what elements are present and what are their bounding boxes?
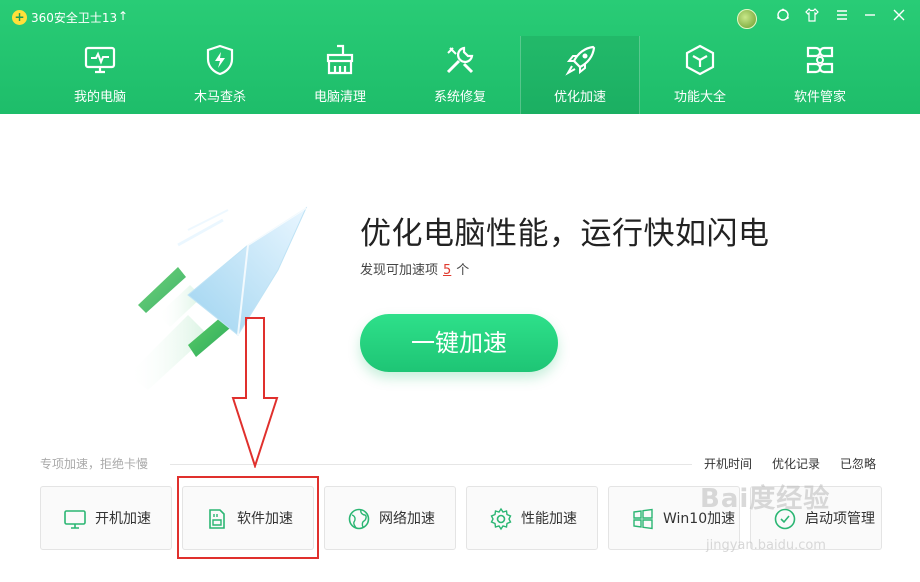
avatar[interactable]	[737, 9, 757, 29]
shirt-icon[interactable]	[802, 8, 822, 28]
minimize-icon[interactable]	[860, 8, 880, 28]
watermark-logo: Bai度经验	[700, 484, 831, 514]
app-title: 360安全卫士13	[31, 11, 118, 25]
wrench-icon	[446, 46, 474, 74]
main-nav: 我的电脑 木马查杀 电脑清理 系统修复 优化加速 功能大全 软件管家	[40, 36, 880, 114]
windows-icon	[633, 508, 653, 530]
nav-label: 优化加速	[553, 90, 606, 105]
hero-sub-prefix: 发现可加速项	[360, 263, 439, 278]
nav-label: 我的电脑	[73, 90, 126, 105]
app-logo-icon: +	[12, 10, 27, 25]
grid-clover-icon	[806, 46, 834, 74]
rocket-illustration	[128, 206, 308, 390]
close-icon[interactable]	[889, 8, 909, 28]
gear-icon	[490, 507, 512, 531]
nav-cleanup[interactable]: 电脑清理	[280, 36, 400, 114]
watermark-url: jingyan.baidu.com	[706, 538, 826, 553]
nav-label: 系统修复	[433, 90, 486, 105]
skin-icon[interactable]	[773, 8, 793, 28]
globe-icon	[348, 508, 370, 530]
menu-icon[interactable]	[832, 8, 852, 28]
nav-optimize[interactable]: 优化加速	[520, 36, 640, 114]
link-boot-time[interactable]: 开机时间	[704, 456, 752, 472]
card-network-boost[interactable]: 网络加速	[324, 486, 456, 550]
one-click-boost-button[interactable]: 一键加速	[360, 314, 558, 372]
nav-label: 功能大全	[673, 90, 726, 105]
broom-icon	[326, 44, 354, 75]
nav-features[interactable]: 功能大全	[640, 36, 760, 114]
nav-software-manager[interactable]: 软件管家	[760, 36, 880, 114]
card-label: 开机加速	[95, 511, 151, 527]
nav-system-repair[interactable]: 系统修复	[400, 36, 520, 114]
annotation-arrow	[231, 317, 279, 468]
boost-item-count[interactable]: 5	[443, 263, 451, 278]
monitor-icon	[64, 510, 86, 529]
nav-label: 木马查杀	[193, 90, 246, 105]
rocket-icon	[565, 45, 596, 76]
hero-subtitle: 发现可加速项 5 个	[360, 262, 469, 280]
hero-sub-suffix: 个	[456, 263, 470, 278]
nav-label: 电脑清理	[313, 90, 366, 105]
section-label: 专项加速，拒绝卡慢	[40, 457, 149, 471]
nav-my-computer[interactable]: 我的电脑	[40, 36, 160, 114]
cube-icon	[685, 44, 715, 76]
link-optimize-history[interactable]: 优化记录	[772, 456, 820, 472]
nav-label: 软件管家	[793, 90, 846, 105]
watermark: Bai度经验 jingyan.baidu.com	[700, 478, 910, 568]
card-label: 性能加速	[521, 511, 577, 527]
upgrade-arrow-icon[interactable]: ↑	[118, 9, 128, 23]
card-boot-boost[interactable]: 开机加速	[40, 486, 172, 550]
shield-bolt-icon	[206, 44, 234, 76]
link-ignored[interactable]: 已忽略	[840, 456, 876, 472]
nav-trojan-scan[interactable]: 木马查杀	[160, 36, 280, 114]
annotation-highlight-box	[177, 476, 319, 559]
hero-title: 优化电脑性能，运行快如闪电	[360, 216, 770, 252]
card-performance-boost[interactable]: 性能加速	[466, 486, 598, 550]
monitor-icon	[84, 46, 116, 74]
card-label: 网络加速	[379, 511, 435, 527]
title-bar: + 360安全卫士13 ↑	[0, 0, 920, 36]
top-header: + 360安全卫士13 ↑ 我的电脑 木马查杀 电脑清理 系统修复 优化加速 功…	[0, 0, 920, 114]
